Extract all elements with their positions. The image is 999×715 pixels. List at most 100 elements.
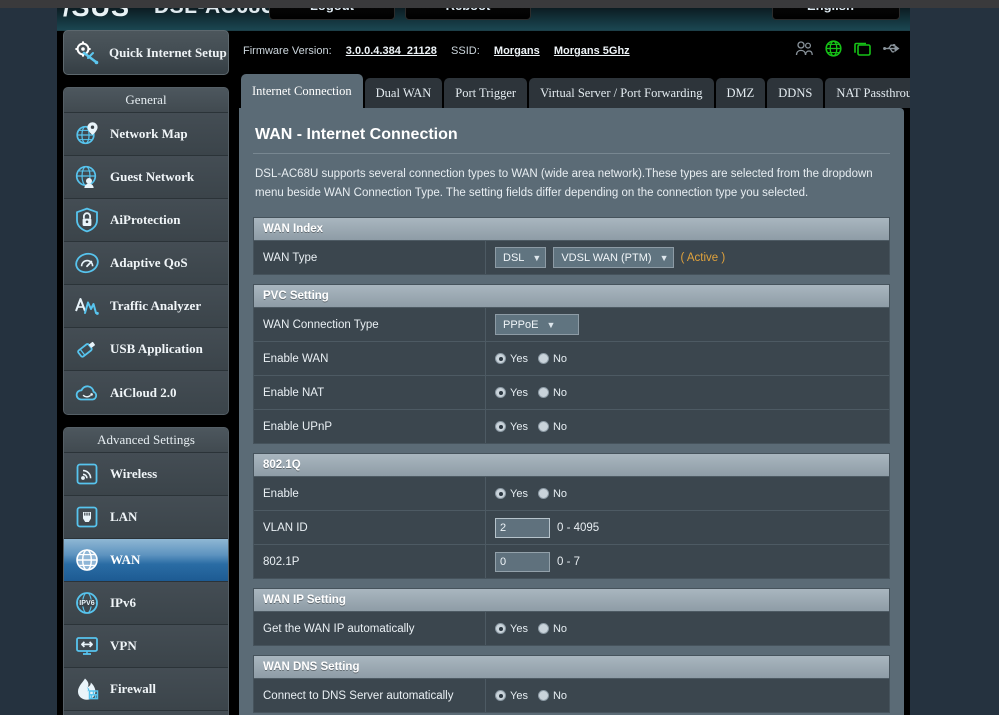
- chevron-down-icon: ▼: [532, 252, 542, 263]
- enable-upnp-yes[interactable]: Yes: [495, 421, 528, 433]
- auto-dns-yes[interactable]: Yes: [495, 690, 528, 702]
- wan-connection-type-select[interactable]: PPPoE ▼: [495, 314, 579, 335]
- dot1p-input[interactable]: [495, 551, 550, 572]
- ipv6-icon: IPV6: [74, 590, 100, 616]
- sidebar-item-traffic-analyzer[interactable]: Traffic Analyzer: [64, 285, 228, 328]
- tab-dual-wan[interactable]: Dual WAN: [364, 78, 443, 108]
- tab-dmz[interactable]: DMZ: [715, 78, 766, 108]
- main-content: Internet Connection Dual WAN Port Trigge…: [239, 74, 910, 715]
- svg-text:IPV6: IPV6: [79, 599, 94, 607]
- vpn-icon: [74, 633, 100, 659]
- sidebar-label: Adaptive QoS: [110, 255, 188, 270]
- row-value: Yes No: [486, 342, 889, 375]
- sidebar-label: LAN: [110, 509, 138, 524]
- tab-port-trigger[interactable]: Port Trigger: [444, 78, 528, 108]
- enable-wan-yes[interactable]: Yes: [495, 353, 528, 365]
- router-model-label: DSL-AC68U: [154, 8, 276, 19]
- sidebar-item-lan[interactable]: LAN: [64, 496, 228, 539]
- enable-wan-radio-group: Yes No: [495, 353, 567, 365]
- row-label: VLAN ID: [254, 511, 486, 544]
- auto-wan-ip-yes[interactable]: Yes: [495, 623, 528, 635]
- sidebar-item-wireless[interactable]: Wireless: [64, 453, 228, 496]
- tab-internet-connection[interactable]: Internet Connection: [241, 74, 363, 108]
- traffic-analyzer-icon: [74, 293, 100, 319]
- ssid-5ghz-link[interactable]: Morgans 5Ghz: [554, 45, 630, 57]
- wan-type-select[interactable]: DSL ▼: [495, 247, 547, 268]
- sidebar-label: USB Application: [110, 341, 203, 356]
- radio-label: Yes: [510, 689, 528, 702]
- sidebar-item-usb-application[interactable]: USB Application: [64, 328, 228, 371]
- logout-button[interactable]: Logout: [269, 8, 395, 20]
- auto-dns-radio-group: Yes No: [495, 690, 567, 702]
- section-pvc-setting: PVC Setting WAN Connection Type PPPoE ▼ …: [253, 284, 890, 444]
- section-title: PVC Setting: [254, 285, 889, 307]
- sidebar-item-vpn[interactable]: VPN: [64, 625, 228, 668]
- firmware-version-value[interactable]: 3.0.0.4.384_21128: [346, 45, 437, 57]
- radio-icon: [495, 421, 506, 432]
- enable-nat-no[interactable]: No: [537, 386, 568, 399]
- enable-upnp-radio-group: Yes No: [495, 421, 567, 433]
- header-banner: /SUS DSL-AC68U Logout Reboot English: [57, 8, 910, 30]
- enable-wan-no[interactable]: No: [537, 352, 568, 365]
- tab-ddns[interactable]: DDNS: [767, 78, 824, 108]
- internet-globe-icon[interactable]: [825, 40, 842, 57]
- sidebar-item-guest-network[interactable]: Guest Network: [64, 156, 228, 199]
- status-icon-row: [795, 40, 901, 57]
- reboot-button[interactable]: Reboot: [405, 8, 531, 20]
- row-get-wan-ip-automatically: Get the WAN IP automatically Yes No: [254, 611, 889, 645]
- firmware-version-label: Firmware Version:: [243, 45, 332, 57]
- wan-connection-type-value: PPPoE: [503, 318, 539, 331]
- sidebar-item-adaptive-qos[interactable]: Adaptive QoS: [64, 242, 228, 285]
- tab-nat-passthrough[interactable]: NAT Passthrough: [825, 78, 910, 108]
- row-value: Yes No: [486, 612, 889, 645]
- sidebar-item-wan[interactable]: WAN: [64, 539, 228, 582]
- usb-icon[interactable]: [883, 42, 901, 55]
- auto-dns-no[interactable]: No: [537, 690, 567, 702]
- sidebar-label: Firewall: [110, 681, 156, 696]
- radio-label: No: [552, 386, 568, 399]
- sidebar-label: VPN: [110, 638, 137, 653]
- row-label: WAN Connection Type: [254, 308, 486, 341]
- tab-virtual-server-port-forwarding[interactable]: Virtual Server / Port Forwarding: [529, 78, 714, 108]
- sidebar: Quick Internet Setup General Network Map…: [63, 30, 235, 715]
- radio-label: No: [552, 622, 568, 635]
- row-label: Enable: [254, 477, 486, 510]
- row-value: Yes No: [486, 376, 889, 409]
- sidebar-label: Guest Network: [110, 169, 195, 184]
- sidebar-item-network-map[interactable]: Network Map: [64, 113, 228, 156]
- clients-icon[interactable]: [795, 41, 813, 56]
- ssid-24ghz-link[interactable]: Morgans: [494, 45, 540, 57]
- row-value: PPPoE ▼: [486, 308, 889, 341]
- language-selector[interactable]: English: [772, 8, 900, 20]
- row-label: 802.1P: [254, 545, 486, 578]
- radio-label: No: [552, 352, 568, 365]
- vlan-id-input[interactable]: [495, 517, 550, 538]
- wan-mode-select[interactable]: VDSL WAN (PTM) ▼: [553, 247, 674, 268]
- dot1q-enable-yes[interactable]: Yes: [495, 488, 528, 500]
- sidebar-item-administration[interactable]: Administration: [64, 711, 228, 715]
- row-value: 0 - 7: [486, 545, 889, 578]
- enable-nat-yes[interactable]: Yes: [495, 387, 528, 399]
- section-wan-dns-setting: WAN DNS Setting Connect to DNS Server au…: [253, 655, 890, 713]
- radio-icon: [495, 690, 506, 701]
- browser-chrome-strip: [0, 0, 999, 8]
- sidebar-item-firewall[interactable]: Firewall: [64, 668, 228, 711]
- menu-group-advanced-title: Advanced Settings: [64, 428, 228, 453]
- quick-internet-setup-button[interactable]: Quick Internet Setup: [63, 30, 229, 75]
- network-devices-icon[interactable]: [854, 41, 871, 57]
- sidebar-item-aicloud[interactable]: AiCloud 2.0: [64, 371, 228, 414]
- enable-upnp-no[interactable]: No: [537, 421, 567, 433]
- ssid-label: SSID:: [451, 45, 480, 57]
- aiprotection-icon: [74, 207, 100, 233]
- radio-icon: [495, 353, 506, 364]
- row-value: 0 - 4095: [486, 511, 889, 544]
- sidebar-label: Wireless: [110, 466, 158, 481]
- auto-wan-ip-no[interactable]: No: [537, 622, 568, 635]
- section-title: 802.1Q: [254, 454, 889, 476]
- quick-setup-icon: [74, 40, 100, 66]
- sidebar-item-aiprotection[interactable]: AiProtection: [64, 199, 228, 242]
- firewall-icon: [74, 676, 100, 702]
- dot1q-enable-no[interactable]: No: [537, 488, 567, 500]
- sidebar-item-ipv6[interactable]: IPV6 IPv6: [64, 582, 228, 625]
- row-vlan-id: VLAN ID 0 - 4095: [254, 510, 889, 544]
